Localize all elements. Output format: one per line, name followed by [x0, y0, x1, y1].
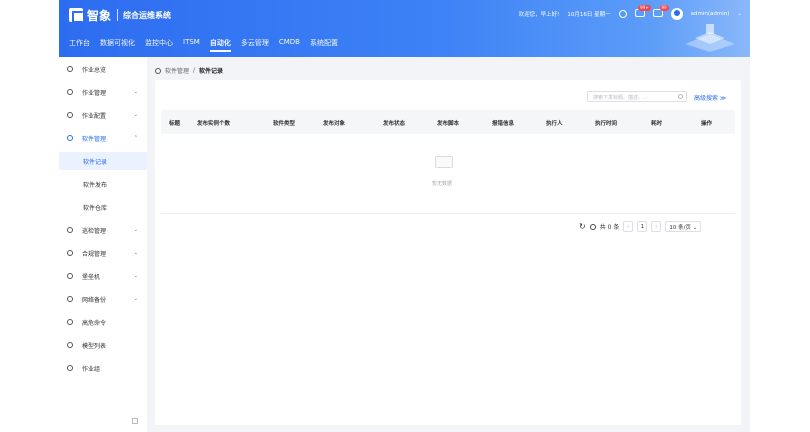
search-input[interactable]: 搜索下发标题、描述、...	[587, 91, 687, 102]
compliance-icon	[67, 250, 73, 256]
sidebar-item-bastion[interactable]: 堡垒机 ⌄	[59, 267, 147, 285]
breadcrumb-separator: /	[193, 67, 196, 74]
column-header: 软件类型	[273, 121, 296, 127]
sidebar-item-job-manage[interactable]: 作业管理 ⌄	[59, 83, 147, 101]
search-icon[interactable]	[618, 10, 627, 18]
sidebar-item-compliance[interactable]: 合规管理 ⌄	[59, 244, 147, 262]
sidebar: 作业总览 作业管理 ⌄ 作业配置 ⌄ 软件管理 ⌃ 软件记录 软件发布 软件仓库…	[59, 57, 147, 432]
chevron-down-icon[interactable]: ⌄	[737, 11, 742, 17]
software-icon	[67, 135, 73, 141]
sidebar-item-network-backup[interactable]: 网络备份 ⌄	[59, 290, 147, 308]
breadcrumb-current: 软件记录	[199, 68, 224, 75]
settings-icon[interactable]	[589, 223, 596, 230]
header-illustration	[685, 24, 735, 52]
content-card: 搜索下发标题、描述、... 高级搜索 ≫ 标题 发布实例个数 软件类型 发布对象…	[155, 80, 741, 425]
column-header: 发布状态	[383, 121, 406, 127]
prev-page-button[interactable]: ‹	[623, 221, 634, 232]
sidebar-item-software-manage[interactable]: 软件管理 ⌃	[59, 129, 147, 147]
breadcrumb-parent[interactable]: 软件管理	[165, 66, 189, 75]
brand-divider	[117, 9, 118, 21]
search-icon[interactable]	[678, 94, 683, 99]
message-button[interactable]: 99	[652, 5, 669, 19]
header-right: 欢迎您，早上好! 10月16日 星期一 99+ 99 admin(admin) …	[518, 5, 742, 20]
column-header: 执行时间	[595, 121, 618, 127]
column-header: 耗时	[651, 121, 663, 127]
brand-name: 智象	[87, 9, 112, 23]
sidebar-subitem-software-release[interactable]: 软件发布	[59, 175, 147, 193]
backup-icon	[67, 296, 73, 302]
column-header: 执行人	[546, 121, 563, 127]
group-icon	[67, 365, 73, 371]
job-manage-icon	[67, 89, 73, 95]
chevron-down-icon: ⌄	[133, 89, 138, 95]
collapse-sidebar-icon[interactable]	[132, 418, 138, 424]
next-page-button[interactable]: ›	[651, 221, 662, 232]
user-name[interactable]: admin(admin)	[691, 11, 730, 17]
sidebar-item-job-group[interactable]: 作业组	[59, 359, 147, 377]
page-size-select[interactable]: 10 条/页 ⌄	[665, 221, 702, 232]
sidebar-subitem-software-record[interactable]: 软件记录	[59, 152, 147, 170]
nav-automation[interactable]: 自动化	[209, 38, 231, 52]
app-window: 智象 综合运维系统 工作台 数据可视化 监控中心 ITSM 自动化 多云管理 C…	[59, 0, 750, 432]
job-config-icon	[67, 112, 73, 118]
brand-subtitle: 综合运维系统	[123, 11, 171, 20]
notice-badge: 99+	[638, 5, 651, 11]
inspect-icon	[67, 227, 73, 233]
sidebar-item-job-overview[interactable]: 作业总览	[59, 60, 147, 78]
chevron-down-icon: ⌄	[133, 112, 138, 118]
breadcrumb: 软件管理 / 软件记录	[155, 66, 223, 75]
nav-itsm[interactable]: ITSM	[183, 38, 200, 52]
message-badge: 99	[659, 5, 669, 11]
pagination: ↻ 共 0 条 ‹ 1 › 10 条/页 ⌄	[579, 221, 702, 232]
sidebar-item-inspection[interactable]: 巡检管理 ⌄	[59, 221, 147, 239]
chevron-down-icon: ⌄	[133, 250, 138, 256]
column-header: 发布实例个数	[197, 121, 231, 127]
chevron-down-icon: ⌄	[133, 273, 138, 279]
nav-cmdb[interactable]: CMDB	[279, 38, 300, 52]
model-icon	[67, 342, 73, 348]
chevron-up-icon: ⌃	[133, 135, 138, 141]
notice-button[interactable]: 99+	[634, 5, 651, 19]
bastion-icon	[67, 273, 73, 279]
sidebar-item-model-list[interactable]: 模型列表	[59, 336, 147, 354]
refresh-icon[interactable]: ↻	[579, 222, 586, 231]
sidebar-subitem-software-repo[interactable]: 软件仓库	[59, 198, 147, 216]
column-header: 发布对象	[323, 121, 346, 127]
advanced-search-link[interactable]: 高级搜索 ≫	[694, 93, 726, 102]
column-header: 报错信息	[492, 121, 515, 127]
sidebar-item-danger-command[interactable]: 高危命令	[59, 313, 147, 331]
overview-icon	[67, 66, 73, 72]
avatar[interactable]	[670, 8, 683, 20]
greeting: 欢迎您，早上好!	[518, 12, 560, 18]
nav-multicloud[interactable]: 多云管理	[241, 38, 269, 52]
column-header: 发布脚本	[437, 121, 460, 127]
date: 10月16日 星期一	[567, 12, 611, 18]
gear-icon	[155, 67, 161, 74]
sidebar-item-job-config[interactable]: 作业配置 ⌄	[59, 106, 147, 124]
nav-monitor[interactable]: 监控中心	[145, 38, 173, 52]
column-header: 操作	[701, 121, 713, 127]
top-header: 智象 综合运维系统 工作台 数据可视化 监控中心 ITSM 自动化 多云管理 C…	[59, 0, 750, 57]
danger-icon	[67, 319, 73, 325]
nav-system-config[interactable]: 系统配置	[310, 38, 338, 52]
total-count: 共 0 条	[599, 224, 620, 231]
page-number[interactable]: 1	[637, 221, 648, 232]
nav-workbench[interactable]: 工作台	[69, 38, 90, 52]
logo-icon	[69, 8, 84, 23]
chevron-down-icon: ⌄	[133, 227, 138, 233]
top-nav: 工作台 数据可视化 监控中心 ITSM 自动化 多云管理 CMDB 系统配置	[69, 38, 338, 52]
chevron-down-icon: ⌄	[133, 296, 138, 302]
empty-text: 暂无数据	[432, 181, 453, 187]
nav-visualization[interactable]: 数据可视化	[100, 38, 135, 52]
search-placeholder: 搜索下发标题、描述、...	[593, 95, 648, 101]
divider	[161, 213, 735, 214]
column-header: 标题	[169, 121, 181, 127]
table-header: 标题 发布实例个数 软件类型 发布对象 发布状态 发布脚本 报错信息 执行人 执…	[161, 110, 735, 134]
empty-inbox-icon	[435, 156, 453, 168]
